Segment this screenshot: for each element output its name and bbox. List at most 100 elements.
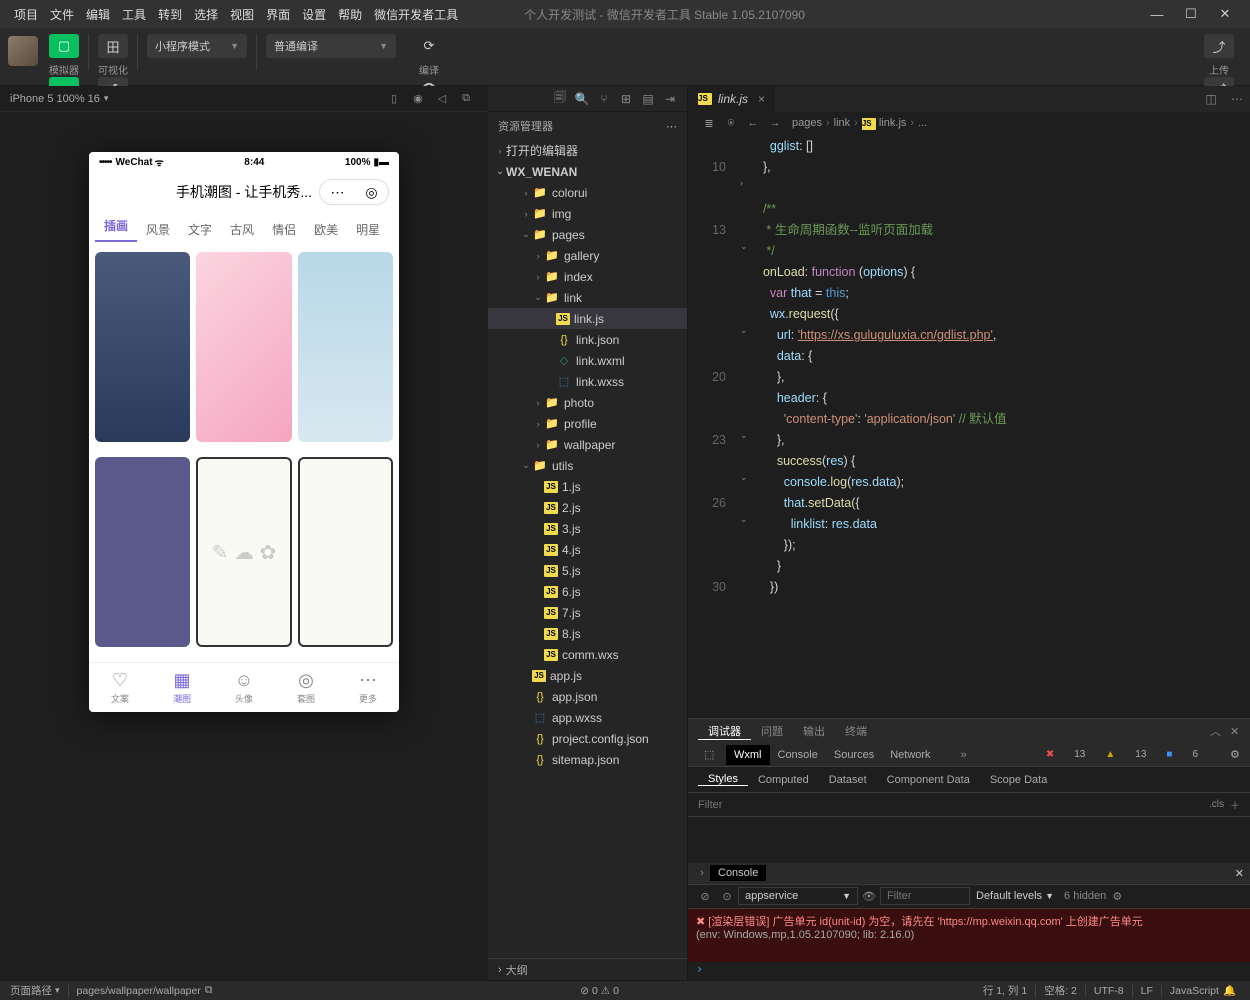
add-icon[interactable]: ＋	[1230, 797, 1240, 812]
wallpaper-card[interactable]: ✎ ☁ ✿	[196, 457, 291, 647]
exit-icon[interactable]: ⇥	[659, 92, 681, 106]
file-6.js[interactable]: JS6.js	[488, 581, 687, 602]
tabbar-文案[interactable]: ♡文案	[89, 663, 151, 712]
cat-tab-明星[interactable]: 明星	[347, 221, 389, 238]
styles-tab-Dataset[interactable]: Dataset	[819, 774, 877, 786]
wallpaper-card[interactable]	[298, 252, 393, 442]
dt-tab-Network[interactable]: Network	[882, 749, 938, 761]
file-1.js[interactable]: JS1.js	[488, 476, 687, 497]
menu-帮助[interactable]: 帮助	[332, 8, 368, 22]
log-levels[interactable]: Default levels ▼	[976, 890, 1054, 902]
file-sitemap.json[interactable]: {}sitemap.json	[488, 749, 687, 770]
cat-tab-欧美[interactable]: 欧美	[305, 221, 347, 238]
branch-icon[interactable]: ⑂	[593, 92, 615, 106]
file-utils[interactable]: ⌄📁utils	[488, 455, 687, 476]
close-icon[interactable]: ✕	[1220, 725, 1240, 738]
tabbar-套图[interactable]: ◎套图	[275, 663, 337, 712]
cat-tab-情侣[interactable]: 情侣	[263, 221, 305, 238]
project-root[interactable]: ⌄WX_WENAN	[488, 161, 687, 182]
editor-tab[interactable]: JS link.js ×	[688, 86, 776, 112]
eye-icon[interactable]: 👁	[858, 890, 880, 903]
menu-选择[interactable]: 选择	[188, 8, 224, 22]
panel-tab-输出[interactable]: 输出	[793, 723, 835, 739]
tabbar-潮图[interactable]: ▦潮图	[151, 663, 213, 712]
device-icon[interactable]: ▯	[382, 92, 406, 105]
file-5.js[interactable]: JS5.js	[488, 560, 687, 581]
file-photo[interactable]: ›📁photo	[488, 392, 687, 413]
menu-转到[interactable]: 转到	[152, 8, 188, 22]
chevron-right-icon[interactable]: ›	[694, 867, 710, 879]
tabbar-头像[interactable]: ☺头像	[213, 663, 275, 712]
file-8.js[interactable]: JS8.js	[488, 623, 687, 644]
context-select[interactable]: appservice▼	[738, 887, 858, 905]
cat-tab-插画[interactable]: 插画	[95, 217, 137, 242]
menu-文件[interactable]: 文件	[44, 8, 80, 22]
console-filter-input[interactable]	[880, 887, 970, 905]
dt-tab-Console[interactable]: Console	[770, 749, 826, 761]
copy-icon[interactable]: ⧉	[205, 984, 213, 997]
panel-tab-调试器[interactable]: 调试器	[698, 723, 751, 740]
cat-tab-风景[interactable]: 风景	[137, 221, 179, 238]
file-link.wxss[interactable]: ⬚link.wxss	[488, 371, 687, 392]
wallpaper-card[interactable]	[298, 457, 393, 647]
inspect-icon[interactable]: ⬚	[696, 748, 718, 761]
menu-设置[interactable]: 设置	[296, 8, 332, 22]
cat-tab-文字[interactable]: 文字	[179, 221, 221, 238]
tabbar-更多[interactable]: ⋯更多	[337, 663, 399, 712]
wallpaper-card[interactable]	[95, 457, 190, 647]
tool-可视化[interactable]: 田	[98, 34, 128, 58]
file-link.wxml[interactable]: ◇link.wxml	[488, 350, 687, 371]
file-app.js[interactable]: JSapp.js	[488, 665, 687, 686]
cat-tab-古风[interactable]: 古风	[221, 221, 263, 238]
files-icon[interactable]: 🗐	[549, 88, 571, 109]
styles-tab-Styles[interactable]: Styles	[698, 773, 748, 786]
search-icon[interactable]: 🔍	[571, 92, 593, 106]
styles-tab-Component Data[interactable]: Component Data	[877, 774, 980, 786]
menu-工具[interactable]: 工具	[116, 8, 152, 22]
stop-icon[interactable]: ⊘	[694, 890, 716, 903]
capsule[interactable]: ⋯◎	[319, 179, 389, 205]
back-icon[interactable]: ←	[742, 117, 764, 129]
file-project.config.json[interactable]: {}project.config.json	[488, 728, 687, 749]
file-7.js[interactable]: JS7.js	[488, 602, 687, 623]
code-area[interactable]: gglist: [] }, /** * 生命周期函数--监听页面加载 */ on…	[756, 134, 1250, 718]
tool-编译[interactable]: ⟳	[414, 34, 444, 58]
open-editors-section[interactable]: ›打开的编辑器	[488, 140, 687, 161]
maximize-button[interactable]: ☐	[1174, 6, 1208, 22]
styles-tab-Computed[interactable]: Computed	[748, 774, 819, 786]
wallpaper-card[interactable]	[95, 252, 190, 442]
mini-mode-select[interactable]: 小程序模式▼	[147, 34, 247, 58]
file-pages[interactable]: ⌄📁pages	[488, 224, 687, 245]
menu-界面[interactable]: 界面	[260, 8, 296, 22]
dt-tab-Wxml[interactable]: Wxml	[726, 745, 770, 765]
file-4.js[interactable]: JS4.js	[488, 539, 687, 560]
panel-tab-问题[interactable]: 问题	[751, 723, 793, 739]
file-img[interactable]: ›📁img	[488, 203, 687, 224]
doc-icon[interactable]: ▤	[637, 92, 659, 106]
panel-tab-终端[interactable]: 终端	[835, 723, 877, 739]
layout-icon[interactable]: ⊞	[615, 92, 637, 106]
mute-icon[interactable]: ◁	[430, 92, 454, 105]
file-profile[interactable]: ›📁profile	[488, 413, 687, 434]
menu-项目[interactable]: 项目	[8, 8, 44, 22]
close-button[interactable]: ✕	[1208, 6, 1242, 22]
record-icon[interactable]: ◉	[406, 92, 430, 105]
outline-section[interactable]: ›大纲	[488, 958, 687, 980]
file-link.json[interactable]: {}link.json	[488, 329, 687, 350]
file-2.js[interactable]: JS2.js	[488, 497, 687, 518]
file-app.json[interactable]: {}app.json	[488, 686, 687, 707]
file-app.wxss[interactable]: ⬚app.wxss	[488, 707, 687, 728]
menu-编辑[interactable]: 编辑	[80, 8, 116, 22]
menu-微信开发者工具[interactable]: 微信开发者工具	[368, 8, 464, 22]
console-prompt[interactable]: ›	[688, 962, 1250, 980]
copy-icon[interactable]: ⧉	[454, 92, 478, 105]
bell-icon[interactable]: 🔔	[1223, 984, 1236, 997]
more-icon[interactable]: ⋯	[1224, 92, 1250, 106]
device-label[interactable]: iPhone 5 100% 16	[10, 93, 100, 105]
tool-上传[interactable]: ⤴	[1204, 34, 1234, 58]
tool-模拟器[interactable]: ▢	[49, 34, 79, 58]
file-index[interactable]: ›📁index	[488, 266, 687, 287]
wallpaper-card[interactable]	[196, 252, 291, 442]
file-colorui[interactable]: ›📁colorui	[488, 182, 687, 203]
clear-icon[interactable]: ⊙	[716, 890, 738, 903]
